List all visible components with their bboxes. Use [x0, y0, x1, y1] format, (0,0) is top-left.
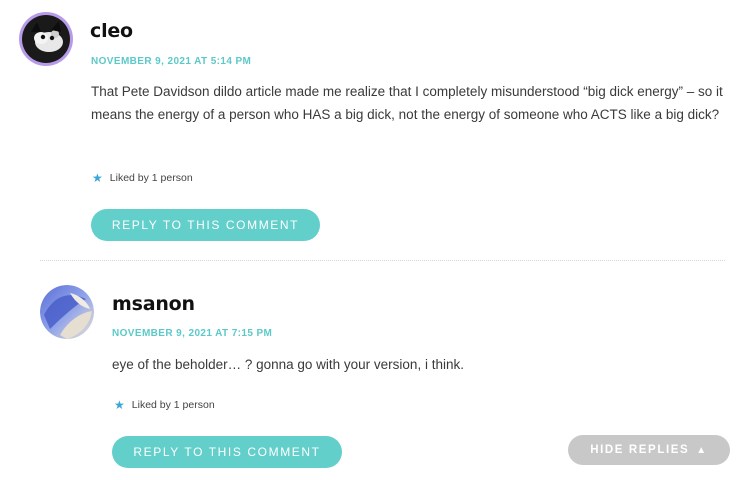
- hide-replies-label: HIDE REPLIES: [590, 444, 690, 456]
- reply-button[interactable]: REPLY TO THIS COMMENT: [112, 436, 342, 468]
- cat-photo-avatar: [22, 15, 70, 63]
- comment-date[interactable]: NOVEMBER 9, 2021 AT 5:14 PM: [91, 56, 251, 67]
- likes-text[interactable]: Liked by 1 person: [132, 399, 215, 411]
- star-icon: ★: [92, 171, 103, 185]
- hide-replies-button[interactable]: HIDE REPLIES ▲: [568, 435, 730, 465]
- reply-button[interactable]: REPLY TO THIS COMMENT: [91, 209, 320, 241]
- abstract-blue-avatar: [40, 285, 94, 339]
- comment-cleo: cleo NOVEMBER 9, 2021 AT 5:14 PM That Pe…: [0, 0, 746, 260]
- likes-text[interactable]: Liked by 1 person: [110, 172, 193, 184]
- comment-author[interactable]: cleo: [90, 20, 133, 42]
- triangle-up-icon: ▲: [696, 444, 708, 456]
- star-icon: ★: [114, 398, 125, 412]
- avatar-msanon[interactable]: [40, 285, 94, 339]
- comment-author[interactable]: msanon: [112, 293, 195, 315]
- comment-text: eye of the beholder… ? gonna go with you…: [112, 357, 464, 372]
- avatar-cleo[interactable]: [19, 12, 73, 66]
- likes-indicator: ★ Liked by 1 person: [92, 171, 193, 185]
- comment-divider: [40, 260, 725, 261]
- likes-indicator: ★ Liked by 1 person: [114, 398, 215, 412]
- comment-text: That Pete Davidson dildo article made me…: [91, 84, 723, 122]
- comment-date[interactable]: NOVEMBER 9, 2021 AT 7:15 PM: [112, 328, 272, 339]
